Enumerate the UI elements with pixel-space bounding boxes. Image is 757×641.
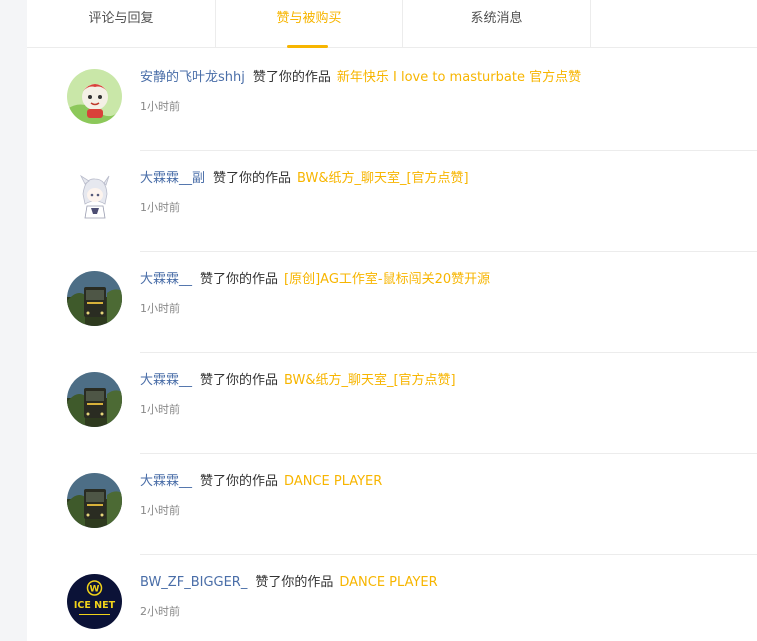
work-title-link[interactable]: BW&纸方_聊天室_[官方点赞] [284,373,456,388]
action-text: 赞了你的作品 [255,575,334,590]
user-avatar[interactable] [67,69,122,124]
user-avatar[interactable] [67,170,122,225]
notification-item: 大霖霖__副 赞了你的作品 BW&纸方_聊天室_[官方点赞] 1小时前 [0,150,757,251]
action-text: 赞了你的作品 [252,70,331,85]
divider [140,453,757,454]
divider [140,251,757,252]
user-avatar[interactable]: W ICE NET [67,574,122,629]
work-title-link[interactable]: DANCE PLAYER [284,474,382,489]
timestamp: 2小时前 [140,605,180,618]
action-text: 赞了你的作品 [200,272,279,287]
timestamp: 1小时前 [140,504,180,517]
work-title-link[interactable]: [原创]AG工作室-鼠标闯关20赞开源 [284,272,490,287]
notification-item: 大霖霖__ 赞了你的作品 BW&纸方_聊天室_[官方点赞] 1小时前 [0,352,757,453]
work-title-link[interactable]: 新年快乐 I love to masturbate 官方点赞 [337,70,581,85]
tab-comments-replies[interactable]: 评论与回复 [27,0,215,48]
tab-system-messages[interactable]: 系统消息 [403,0,591,48]
user-avatar[interactable] [67,271,122,326]
action-text: 赞了你的作品 [200,474,279,489]
bus-photo-icon [67,271,122,326]
cartoon-character-icon [67,69,122,124]
user-name-link[interactable]: BW_ZF_BIGGER_ [140,575,247,590]
bus-photo-icon [67,372,122,427]
user-name-link[interactable]: 安静的飞叶龙shhj [140,70,245,85]
svg-text:W: W [90,585,100,595]
timestamp: 1小时前 [140,201,180,214]
user-avatar[interactable] [67,372,122,427]
divider [140,150,757,151]
divider [140,352,757,353]
notification-item: W ICE NET BW_ZF_BIGGER_ 赞了你的作品 DANCE PLAYE… [0,554,757,641]
tab-bar: 评论与回复 赞与被购买 系统消息 [27,0,757,48]
user-name-link[interactable]: 大霖霖__ [140,272,192,287]
timestamp: 1小时前 [140,403,180,416]
active-tab-indicator [287,45,328,48]
bus-photo-icon [67,473,122,528]
user-name-link[interactable]: 大霖霖__ [140,373,192,388]
anime-character-icon [67,170,122,225]
ice-net-logo-icon: W ICE NET [67,574,122,629]
user-name-link[interactable]: 大霖霖__副 [140,171,205,186]
timestamp: 1小时前 [140,302,180,315]
notification-item: 大霖霖__ 赞了你的作品 DANCE PLAYER 1小时前 [0,453,757,554]
notification-item: 安静的飞叶龙shhj 赞了你的作品 新年快乐 I love to masturbat… [0,49,757,150]
avatar-logo-text: ICE NET [74,600,116,611]
timestamp: 1小时前 [140,100,180,113]
notification-item: 大霖霖__ 赞了你的作品 [原创]AG工作室-鼠标闯关20赞开源 1小时前 [0,251,757,352]
tab-likes-purchases[interactable]: 赞与被购买 [215,0,403,48]
action-text: 赞了你的作品 [213,171,292,186]
divider [140,554,757,555]
user-name-link[interactable]: 大霖霖__ [140,474,192,489]
action-text: 赞了你的作品 [200,373,279,388]
work-title-link[interactable]: DANCE PLAYER [339,575,437,590]
work-title-link[interactable]: BW&纸方_聊天室_[官方点赞] [297,171,469,186]
user-avatar[interactable] [67,473,122,528]
